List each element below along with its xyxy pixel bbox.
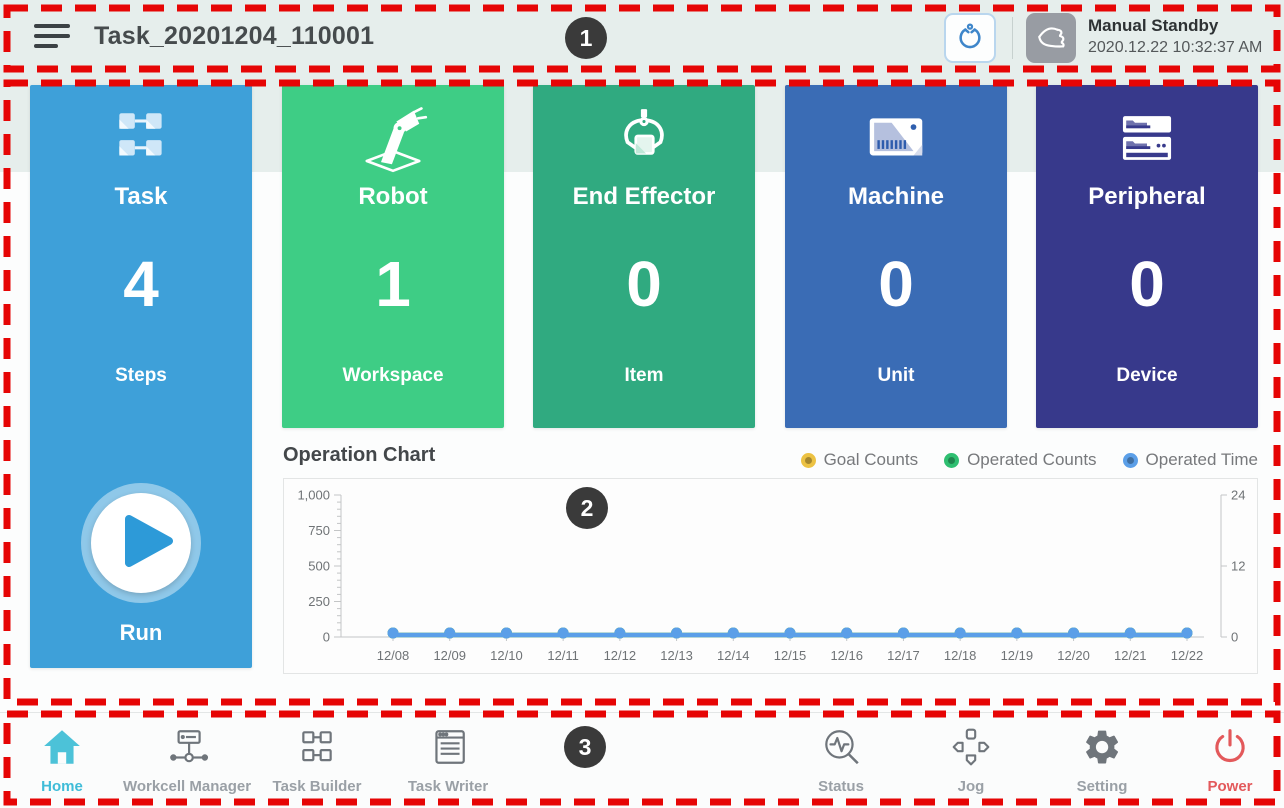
card-title: Task	[30, 183, 252, 211]
card-count: 0	[785, 247, 1007, 321]
gripper-button[interactable]	[944, 13, 996, 63]
svg-text:12/20: 12/20	[1057, 648, 1090, 663]
bottom-nav: Home Workcell Manager	[0, 712, 1284, 808]
end-effector-gripper-icon	[533, 99, 755, 177]
svg-text:750: 750	[308, 523, 330, 538]
legend-item-operated-time: Operated Time	[1123, 450, 1258, 470]
home-icon	[40, 726, 84, 773]
machine-icon	[785, 99, 1007, 177]
run-button[interactable]	[81, 483, 201, 603]
hamburger-menu-button[interactable]	[34, 22, 74, 54]
header: Task_20201204_110001 Manual Standby 2020…	[0, 0, 1284, 76]
svg-text:12/11: 12/11	[547, 648, 579, 663]
svg-text:12/10: 12/10	[490, 648, 523, 663]
card-unit: Workspace	[282, 365, 504, 387]
card-unit: Item	[533, 365, 755, 387]
card-unit: Device	[1036, 365, 1258, 387]
status-icon	[819, 726, 863, 773]
svg-text:12/15: 12/15	[774, 648, 807, 663]
svg-text:12/09: 12/09	[433, 648, 466, 663]
card-count: 4	[30, 247, 252, 321]
setting-gear-icon	[1080, 726, 1124, 773]
svg-text:12/17: 12/17	[887, 648, 920, 663]
svg-text:12/14: 12/14	[717, 648, 750, 663]
card-title: Robot	[282, 183, 504, 211]
legend-dot-green	[944, 453, 959, 468]
card-unit: Steps	[30, 365, 252, 387]
card-title: End Effector	[533, 183, 755, 211]
svg-text:24: 24	[1231, 488, 1245, 503]
robot-arm-icon	[282, 99, 504, 177]
chart-canvas: 0 250 500 750 1,000 12/08 12/09 12/10 12/11 12/12…	[284, 479, 1257, 673]
svg-text:12/18: 12/18	[944, 648, 977, 663]
power-icon	[1208, 726, 1252, 773]
robot-mode-status: Manual Standby	[1088, 15, 1278, 37]
robot-mode-tile[interactable]	[1026, 13, 1076, 63]
page-title: Task_20201204_110001	[94, 22, 374, 51]
svg-text:12: 12	[1231, 559, 1245, 574]
status-datetime: 2020.12.22 10:32:37 AM	[1088, 37, 1278, 58]
nav-label: Workcell Manager	[123, 778, 251, 795]
run-label: Run	[30, 620, 252, 646]
legend-item-goal-counts: Goal Counts	[801, 450, 919, 470]
operation-chart: 0 250 500 750 1,000 12/08 12/09 12/10 12/11 12/12…	[283, 478, 1258, 674]
card-count: 1	[282, 247, 504, 321]
card-title: Machine	[785, 183, 1007, 211]
svg-text:500: 500	[308, 559, 330, 574]
legend-label: Goal Counts	[824, 450, 919, 470]
nav-item-task-writer[interactable]: Task Writer	[368, 713, 528, 808]
svg-text:12/16: 12/16	[830, 648, 863, 663]
svg-text:12/08: 12/08	[377, 648, 410, 663]
nav-label: Power	[1207, 778, 1252, 795]
task-writer-icon	[426, 726, 470, 773]
legend-item-operated-counts: Operated Counts	[944, 450, 1096, 470]
chart-title: Operation Chart	[283, 444, 435, 467]
legend-dot-yellow	[801, 453, 816, 468]
nav-label: Setting	[1077, 778, 1128, 795]
peripheral-server-icon	[1036, 99, 1258, 177]
task-builder-icon	[295, 726, 339, 773]
play-icon	[91, 491, 191, 596]
chart-legend: Goal Counts Operated Counts Operated Tim…	[801, 450, 1258, 470]
nav-label: Jog	[958, 778, 985, 795]
jog-dpad-icon	[949, 726, 993, 773]
workcell-manager-icon	[165, 726, 209, 773]
manual-hand-icon	[1033, 18, 1069, 59]
card-count: 0	[533, 247, 755, 321]
svg-text:12/13: 12/13	[660, 648, 693, 663]
nav-label: Status	[818, 778, 864, 795]
svg-text:12/21: 12/21	[1114, 648, 1147, 663]
gripper-icon	[953, 19, 987, 58]
nav-label: Task Writer	[408, 778, 488, 795]
legend-dot-blue	[1123, 453, 1138, 468]
svg-text:12/22: 12/22	[1171, 648, 1204, 663]
card-task[interactable]: Task 4 Steps Run	[30, 85, 252, 668]
card-count: 0	[1036, 247, 1258, 321]
svg-text:0: 0	[1231, 630, 1238, 645]
card-end-effector[interactable]: End Effector 0 Item	[533, 85, 755, 428]
card-peripheral[interactable]: Peripheral 0 Device	[1036, 85, 1258, 428]
svg-text:1,000: 1,000	[297, 488, 330, 503]
svg-text:0: 0	[323, 630, 330, 645]
card-title: Peripheral	[1036, 183, 1258, 211]
legend-label: Operated Counts	[967, 450, 1096, 470]
svg-text:250: 250	[308, 594, 330, 609]
nav-item-power[interactable]: Power	[1150, 713, 1284, 808]
header-divider	[1012, 17, 1013, 59]
task-icon	[30, 99, 252, 177]
legend-label: Operated Time	[1146, 450, 1258, 470]
svg-text:12/12: 12/12	[604, 648, 637, 663]
status-block: Manual Standby 2020.12.22 10:32:37 AM	[1088, 15, 1278, 58]
nav-label: Home	[41, 778, 83, 795]
card-machine[interactable]: Machine 0 Unit	[785, 85, 1007, 428]
card-robot[interactable]: Robot 1 Workspace	[282, 85, 504, 428]
svg-text:12/19: 12/19	[1001, 648, 1034, 663]
card-unit: Unit	[785, 365, 1007, 387]
nav-label: Task Builder	[273, 778, 362, 795]
